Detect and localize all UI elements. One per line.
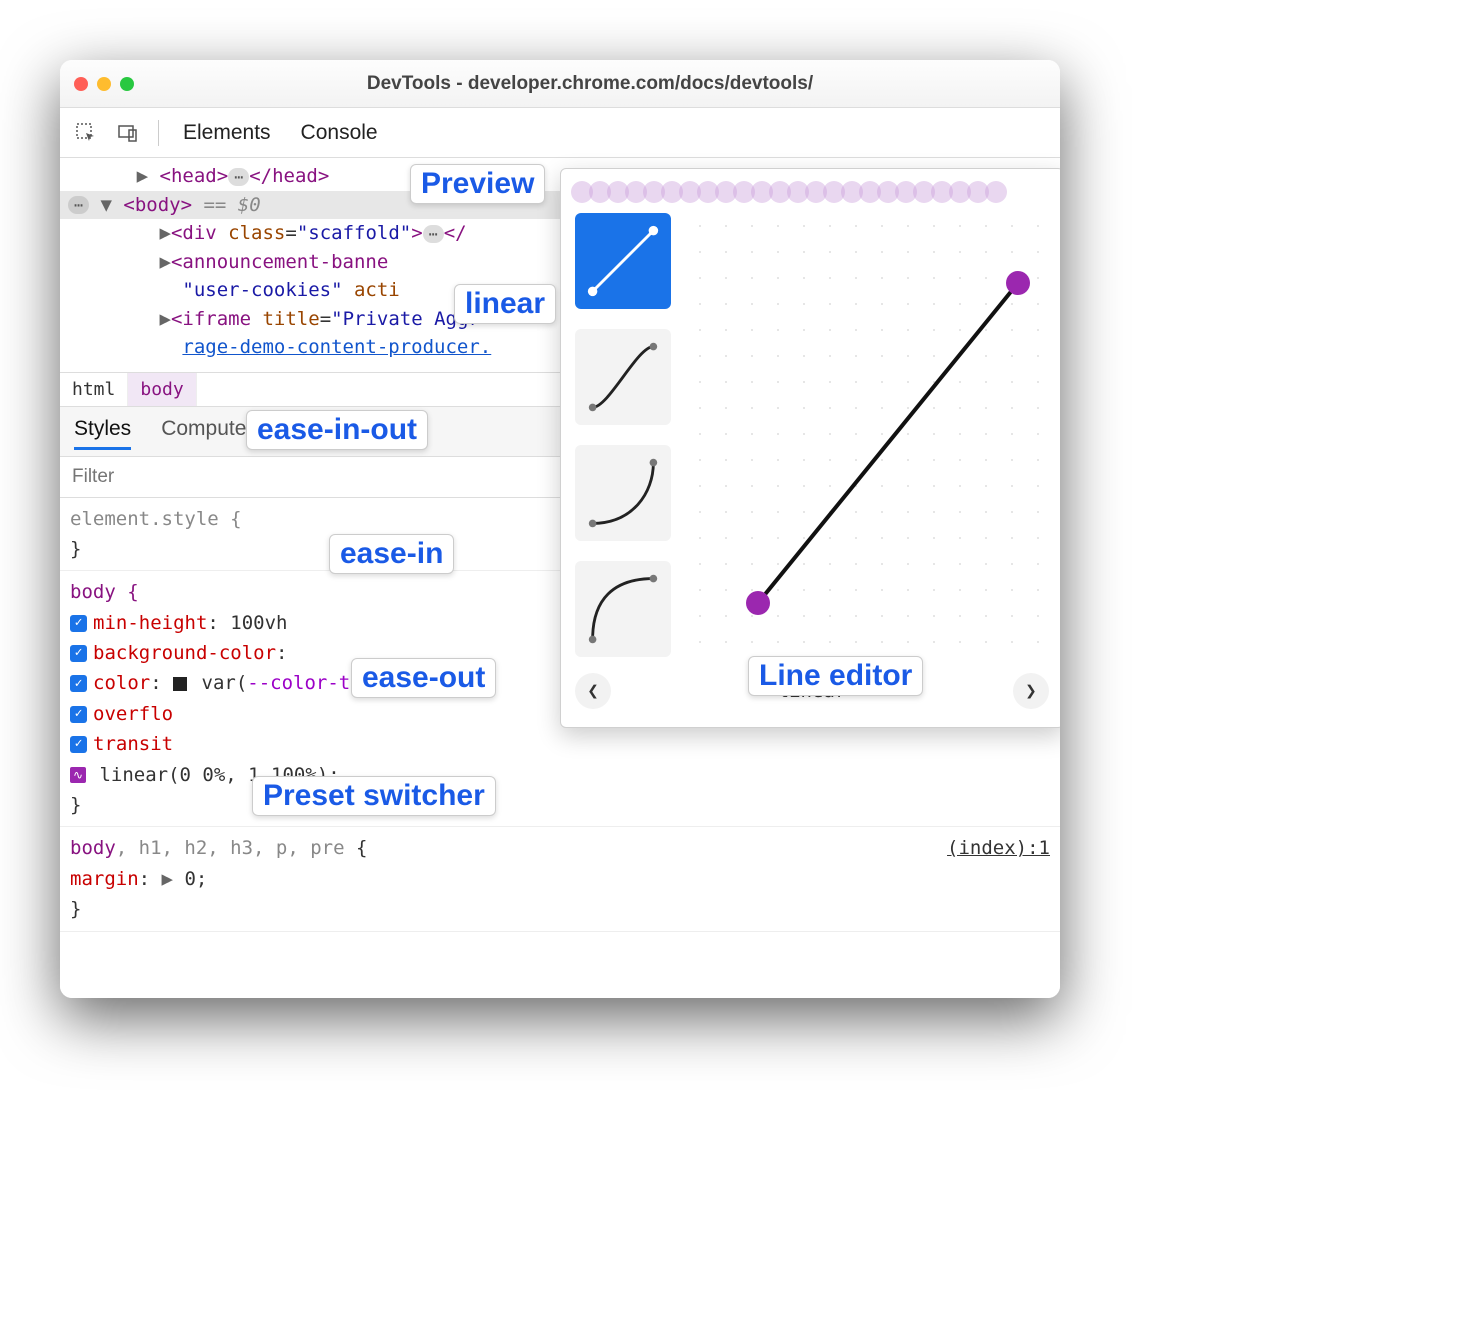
- titlebar: DevTools - developer.chrome.com/docs/dev…: [60, 60, 1060, 108]
- preset-ease-in-out[interactable]: [575, 329, 671, 425]
- easing-presets-list: [575, 213, 671, 657]
- preset-ease-in[interactable]: [575, 445, 671, 541]
- tab-styles[interactable]: Styles: [74, 417, 131, 450]
- body-heading-rule-block[interactable]: (index):1 body, h1, h2, h3, p, pre { mar…: [60, 827, 1060, 931]
- prev-preset-button[interactable]: ❮: [575, 673, 611, 709]
- devtools-toolbar: Elements Console: [60, 108, 1060, 158]
- panel-body: ▶ <head>⋯</head> ⋯ ▼ <body> == $0 ▶<div …: [60, 158, 1060, 998]
- inspect-icon[interactable]: [74, 121, 98, 145]
- easing-line-editor[interactable]: [687, 213, 1049, 643]
- close-window-button[interactable]: [74, 77, 88, 91]
- easing-editor-popover: ❮ linear ❯: [560, 168, 1060, 728]
- device-toolbar-icon[interactable]: [116, 121, 140, 145]
- callout-ease-out: ease-out: [351, 658, 496, 698]
- callout-line-editor: Line editor: [748, 656, 923, 696]
- window-controls: [74, 77, 134, 91]
- callout-ease-in: ease-in: [329, 534, 454, 574]
- minimize-window-button[interactable]: [97, 77, 111, 91]
- tab-computed[interactable]: Computed: [161, 417, 258, 450]
- source-link[interactable]: (index):1: [947, 833, 1050, 863]
- easing-swatch-icon[interactable]: ∿: [70, 767, 86, 783]
- iframe-src-link[interactable]: rage-demo-content-producer.: [182, 336, 491, 358]
- callout-ease-in-out: ease-in-out: [246, 410, 428, 450]
- separator: [158, 120, 159, 146]
- easing-preview-strip: [575, 179, 1049, 213]
- zoom-window-button[interactable]: [120, 77, 134, 91]
- devtools-window: DevTools - developer.chrome.com/docs/dev…: [60, 60, 1060, 998]
- color-swatch[interactable]: [173, 677, 187, 691]
- callout-preset-switcher: Preset switcher: [252, 776, 496, 816]
- crumb-html[interactable]: html: [60, 373, 128, 406]
- preset-linear[interactable]: [575, 213, 671, 309]
- checkbox-icon[interactable]: ✓: [70, 615, 87, 632]
- head-tag[interactable]: <head>: [160, 165, 229, 187]
- window-title: DevTools - developer.chrome.com/docs/dev…: [134, 73, 1046, 95]
- next-preset-button[interactable]: ❯: [1013, 673, 1049, 709]
- crumb-body[interactable]: body: [128, 373, 196, 406]
- callout-preview: Preview: [410, 164, 545, 204]
- callout-linear: linear: [454, 284, 556, 324]
- preset-ease-out[interactable]: [575, 561, 671, 657]
- tab-console[interactable]: Console: [295, 117, 384, 149]
- collapsed-pill[interactable]: ⋯: [228, 168, 249, 186]
- tab-elements[interactable]: Elements: [177, 117, 277, 149]
